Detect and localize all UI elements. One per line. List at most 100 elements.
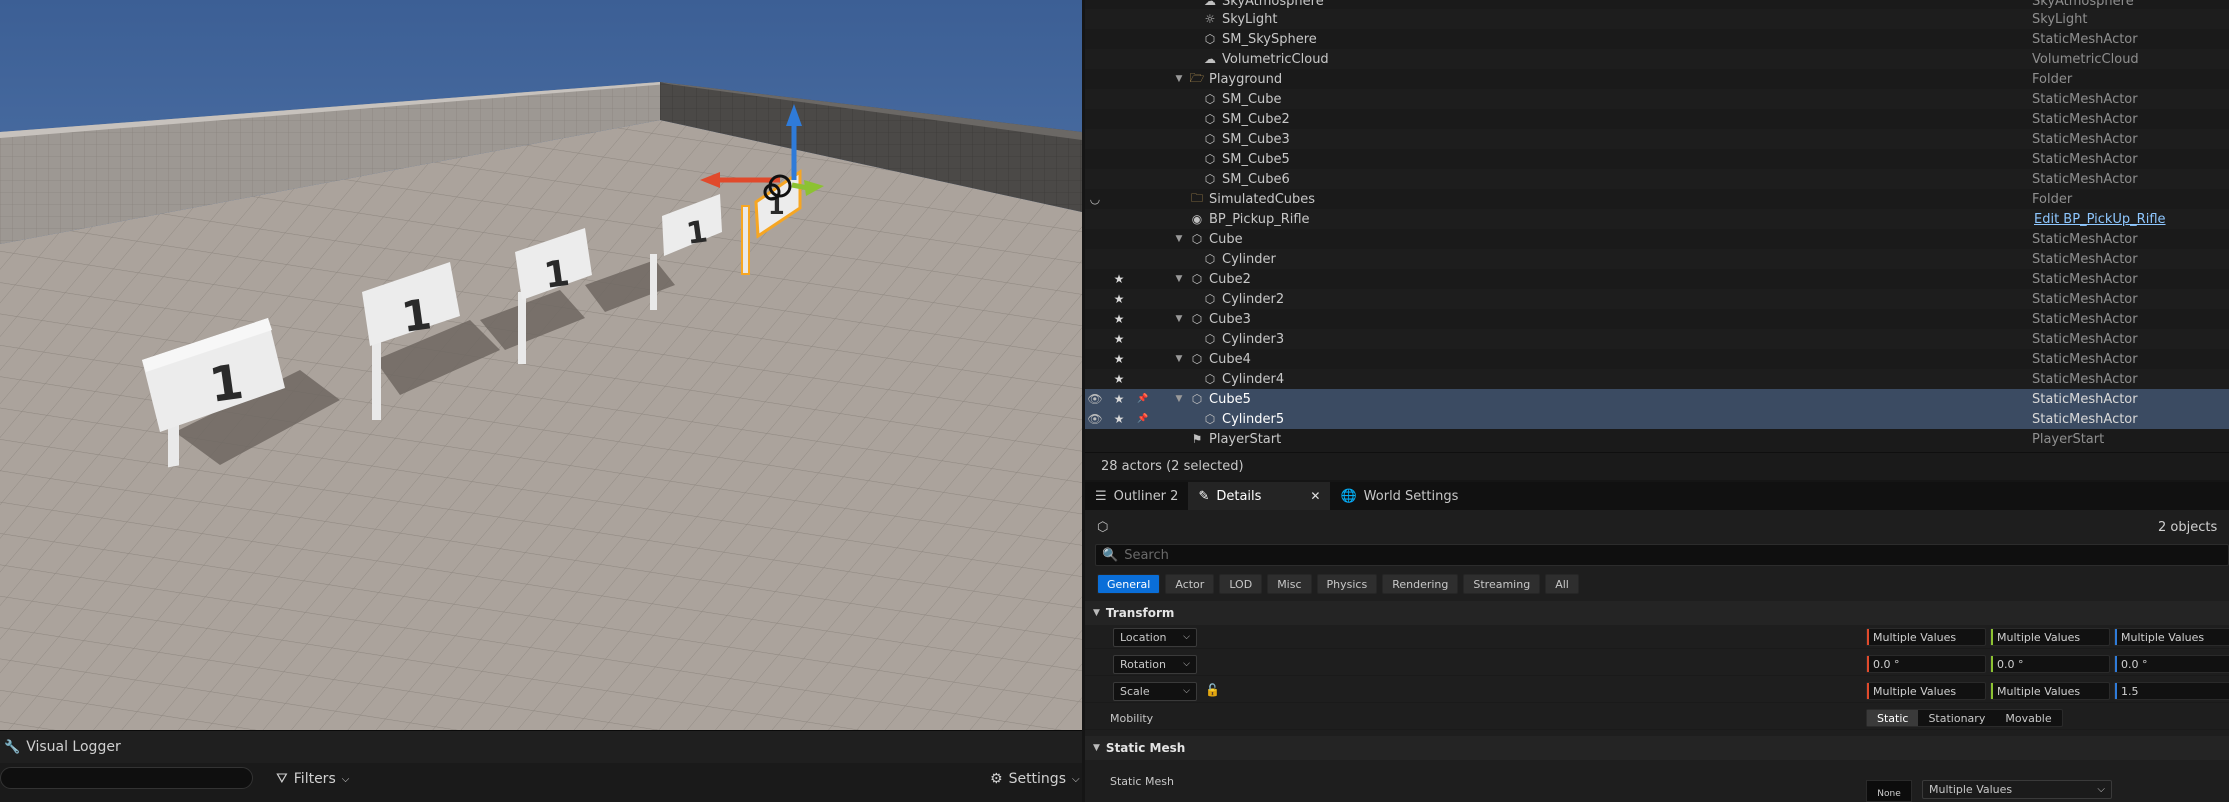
static-mesh-icon: ⬡	[1204, 172, 1216, 186]
scale-z-value: 1.5	[2121, 684, 2139, 698]
expand-arrow-icon[interactable]: ▼	[1173, 234, 1185, 244]
outliner-row[interactable]: ★ ▼ ⬡ Cube4 StaticMeshActor	[1085, 349, 2229, 369]
tab-world-settings[interactable]: 🌐 World Settings	[1330, 482, 1468, 510]
unlock-icon[interactable]: 🔓	[1205, 683, 1220, 697]
star-icon[interactable]: ★	[1111, 312, 1127, 326]
outliner-row[interactable]: ⬡ SM_Cube5 StaticMeshActor	[1085, 149, 2229, 169]
mobility-stationary-option[interactable]: Stationary	[1918, 710, 1995, 726]
filter-tab-physics[interactable]: Physics	[1316, 574, 1378, 594]
rotation-mode-dropdown[interactable]: Rotation ⌵	[1113, 654, 1197, 674]
rotation-y-field[interactable]: 0.0 °	[1990, 655, 2110, 673]
location-x-field[interactable]: Multiple Values	[1866, 628, 1986, 646]
outliner-row[interactable]: 👁 ★ 📌 ▼ ⬡ Cube5 StaticMeshActor	[1085, 389, 2229, 409]
transform-section-header[interactable]: ▼ Transform	[1085, 601, 2229, 625]
outliner-row[interactable]: ⬡ SM_Cube2 StaticMeshActor	[1085, 109, 2229, 129]
filter-tab-misc[interactable]: Misc	[1267, 574, 1312, 594]
star-icon[interactable]: ★	[1111, 372, 1127, 386]
star-icon[interactable]: ★	[1111, 332, 1127, 346]
static-mesh-section-header[interactable]: ▼ Static Mesh	[1085, 736, 2229, 760]
outliner-row[interactable]: ◉ BP_Pickup_Rifle Edit BP_PickUp_Rifle	[1085, 209, 2229, 229]
close-icon[interactable]: ✕	[1310, 489, 1320, 503]
star-icon[interactable]: ★	[1111, 412, 1127, 426]
tab-details[interactable]: ✎ Details ✕	[1188, 482, 1331, 510]
outliner-row[interactable]: ★ ⬡ Cylinder4 StaticMeshActor	[1085, 369, 2229, 389]
outliner-row-type: StaticMeshActor	[2032, 331, 2138, 347]
location-mode-dropdown[interactable]: Location ⌵	[1113, 627, 1197, 647]
sky-atmosphere-icon: ☁	[1204, 0, 1216, 8]
outliner-row[interactable]: ▼ ⬡ Cube StaticMeshActor	[1085, 229, 2229, 249]
outliner-row-type: StaticMeshActor	[2032, 111, 2138, 127]
visual-logger-settings-button[interactable]: ⚙ Settings ⌵	[990, 767, 1080, 791]
scale-y-field[interactable]: Multiple Values	[1990, 682, 2110, 700]
outliner-row[interactable]: ⬡ SM_SkySphere StaticMeshActor	[1085, 29, 2229, 49]
outliner-row-type: StaticMeshActor	[2032, 171, 2138, 187]
scale-x-field[interactable]: Multiple Values	[1866, 682, 1986, 700]
outliner-row[interactable]: ☁ VolumetricCloud VolumetricCloud	[1085, 49, 2229, 69]
list-icon: ☰	[1095, 488, 1107, 504]
expand-arrow-icon[interactable]: ▼	[1173, 394, 1185, 404]
outliner-row-label: PlayerStart	[1209, 431, 1282, 447]
rotation-z-field[interactable]: 0.0 °	[2114, 655, 2229, 673]
location-z-field[interactable]: Multiple Values	[2114, 628, 2229, 646]
visibility-eye-icon[interactable]: 👁	[1087, 412, 1103, 426]
expand-arrow-icon[interactable]: ▼	[1173, 274, 1185, 284]
pin-icon[interactable]: 📌	[1135, 394, 1151, 404]
filter-tab-general[interactable]: General	[1097, 574, 1161, 594]
chevron-down-icon: ▼	[1093, 608, 1100, 618]
visual-logger-search-input[interactable]	[0, 767, 253, 789]
outliner-row[interactable]: ▼ 🗁 Playground Folder	[1085, 69, 2229, 89]
static-mesh-dropdown[interactable]: Multiple Values ⌵	[1922, 780, 2112, 799]
outliner-row[interactable]: ★ ⬡ Cylinder3 StaticMeshActor	[1085, 329, 2229, 349]
star-icon[interactable]: ★	[1111, 352, 1127, 366]
details-search-input[interactable]: 🔍 Search	[1095, 544, 2229, 566]
scale-z-field[interactable]: 1.5	[2114, 682, 2229, 700]
filters-label: Filters	[293, 771, 336, 787]
filter-tab-all[interactable]: All	[1545, 574, 1579, 594]
outliner-row[interactable]: ⬡ SM_Cube3 StaticMeshActor	[1085, 129, 2229, 149]
location-y-field[interactable]: Multiple Values	[1990, 628, 2110, 646]
outliner-row-label: Cylinder4	[1222, 371, 1285, 387]
outliner-row[interactable]: ★ ⬡ Cylinder2 StaticMeshActor	[1085, 289, 2229, 309]
visibility-eye-icon[interactable]: 👁	[1087, 392, 1103, 406]
star-icon[interactable]: ★	[1111, 272, 1127, 286]
outliner-row[interactable]: ☼ SkyLight SkyLight	[1085, 9, 2229, 29]
outliner-row[interactable]: ⬡ Cylinder StaticMeshActor	[1085, 249, 2229, 269]
rotation-x-field[interactable]: 0.0 °	[1866, 655, 1986, 673]
scale-mode-dropdown[interactable]: Scale ⌵	[1113, 681, 1197, 701]
star-icon[interactable]: ★	[1111, 292, 1127, 306]
outliner-row[interactable]: ★ ▼ ⬡ Cube2 StaticMeshActor	[1085, 269, 2229, 289]
viewport-scene[interactable]: 1 1 1 1 1	[0, 0, 1082, 730]
filter-tab-streaming[interactable]: Streaming	[1463, 574, 1541, 594]
static-mesh-icon: ⬡	[1191, 232, 1203, 246]
outliner-row[interactable]: ★ ▼ ⬡ Cube3 StaticMeshActor	[1085, 309, 2229, 329]
static-mesh-thumbnail[interactable]: None	[1866, 780, 1912, 802]
outliner-row[interactable]: 👁 ★ 📌 ⬡ Cylinder5 StaticMeshActor	[1085, 409, 2229, 429]
visual-logger-filters-button[interactable]: ⛛ Filters ⌵	[276, 767, 349, 791]
location-row: Location ⌵ Multiple Values Multiple Valu…	[1085, 625, 2229, 649]
outliner-row-type: StaticMeshActor	[2032, 371, 2138, 387]
outliner-row-label: Cube5	[1209, 391, 1251, 407]
static-mesh-icon: ⬡	[1204, 152, 1216, 166]
mobility-static-option[interactable]: Static	[1867, 710, 1919, 726]
mobility-movable-option[interactable]: Movable	[1995, 710, 2061, 726]
static-mesh-icon: ⬡	[1204, 252, 1216, 266]
visibility-eye-icon[interactable]: ◡	[1087, 192, 1103, 206]
star-icon[interactable]: ★	[1111, 392, 1127, 406]
filter-tab-rendering[interactable]: Rendering	[1382, 574, 1459, 594]
filter-tab-lod[interactable]: LOD	[1219, 574, 1263, 594]
pin-icon[interactable]: 📌	[1135, 414, 1151, 424]
outliner-row[interactable]: ⬡ SM_Cube6 StaticMeshActor	[1085, 169, 2229, 189]
outliner-row[interactable]: ⬡ SM_Cube StaticMeshActor	[1085, 89, 2229, 109]
expand-arrow-icon[interactable]: ▼	[1173, 74, 1185, 84]
level-viewport[interactable]: 1 1 1 1 1	[0, 0, 1082, 730]
outliner-row[interactable]: ⚑ PlayerStart PlayerStart	[1085, 429, 2229, 449]
filter-tab-actor[interactable]: Actor	[1165, 574, 1215, 594]
expand-arrow-icon[interactable]: ▼	[1173, 354, 1185, 364]
outliner-row[interactable]: ◡ 🗀 SimulatedCubes Folder	[1085, 189, 2229, 209]
outliner-row-type: StaticMeshActor	[2032, 411, 2138, 427]
edit-blueprint-link[interactable]: Edit BP_PickUp_Rifle	[2034, 212, 2166, 227]
expand-arrow-icon[interactable]: ▼	[1173, 314, 1185, 324]
chevron-down-icon: ▼	[1093, 743, 1100, 753]
tab-outliner-2[interactable]: ☰ Outliner 2	[1085, 482, 1188, 510]
visual-logger-tab[interactable]: 🔧 Visual Logger	[0, 731, 1082, 763]
